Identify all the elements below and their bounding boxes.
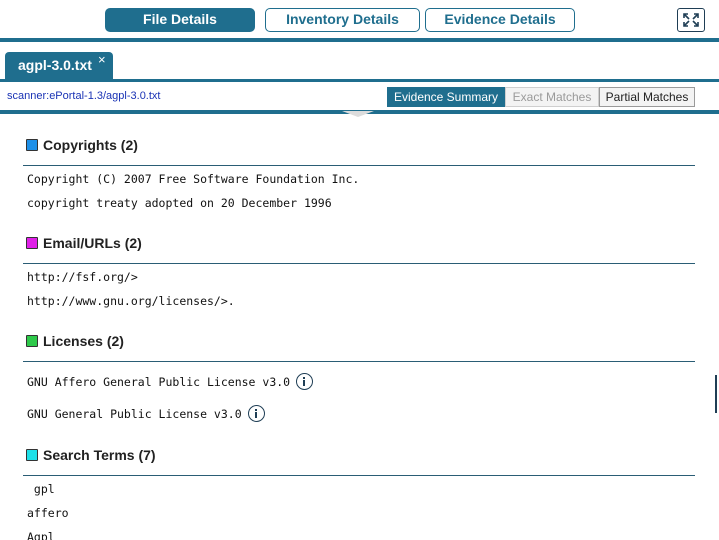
tab-evidence-details[interactable]: Evidence Details xyxy=(425,8,575,32)
expand-button[interactable] xyxy=(677,8,705,32)
evidence-summary-panel: Copyrights (2) Copyright (C) 2007 Free S… xyxy=(0,116,719,540)
file-tab[interactable]: agpl-3.0.txt xyxy=(5,52,113,79)
search-terms-swatch xyxy=(26,449,38,461)
close-icon[interactable]: × xyxy=(98,53,106,67)
file-tab-label: agpl-3.0.txt xyxy=(18,57,92,73)
view-mode-group: Evidence Summary Exact Matches Partial M… xyxy=(387,87,695,107)
copyrights-rule xyxy=(23,165,695,166)
emails-rule xyxy=(23,263,695,264)
top-tab-bar: File Details Inventory Details Evidence … xyxy=(0,0,719,38)
panel-resize-handle[interactable] xyxy=(715,375,719,413)
copyrights-title: Copyrights (2) xyxy=(43,137,138,153)
top-divider xyxy=(0,38,719,42)
info-icon[interactable] xyxy=(296,373,314,390)
info-icon[interactable] xyxy=(247,405,265,422)
license-label: GNU General Public License v3.0 xyxy=(27,406,242,421)
license-label: GNU Affero General Public License v3.0 xyxy=(27,374,291,389)
search-term-item: affero xyxy=(27,506,69,520)
copyrights-swatch xyxy=(26,139,38,151)
exact-matches-button[interactable]: Exact Matches xyxy=(505,87,599,107)
emails-header: Email/URLs (2) xyxy=(26,235,142,251)
emails-title: Email/URLs (2) xyxy=(43,235,142,251)
search-terms-title: Search Terms (7) xyxy=(43,447,156,463)
copyright-item: Copyright (C) 2007 Free Software Foundat… xyxy=(27,172,360,186)
tab-inventory-details[interactable]: Inventory Details xyxy=(265,8,420,32)
partial-matches-button[interactable]: Partial Matches xyxy=(599,87,695,107)
license-item: GNU General Public License v3.0 xyxy=(27,405,265,422)
licenses-swatch xyxy=(26,335,38,347)
url-item: http://www.gnu.org/licenses/>. xyxy=(27,294,235,308)
evidence-summary-button[interactable]: Evidence Summary xyxy=(387,87,505,107)
url-item: http://fsf.org/> xyxy=(27,270,138,284)
licenses-title: Licenses (2) xyxy=(43,333,124,349)
copyrights-header: Copyrights (2) xyxy=(26,137,138,153)
emails-swatch xyxy=(26,237,38,249)
file-path-link[interactable]: scanner:ePortal-1.3/agpl-3.0.txt xyxy=(7,90,160,102)
license-item: GNU Affero General Public License v3.0 xyxy=(27,373,314,390)
search-terms-rule xyxy=(23,475,695,476)
search-term-item: Agpl xyxy=(27,530,55,540)
licenses-rule xyxy=(23,361,695,362)
licenses-header: Licenses (2) xyxy=(26,333,124,349)
tab-file-details[interactable]: File Details xyxy=(105,8,255,32)
copyright-item: copyright treaty adopted on 20 December … xyxy=(27,196,332,210)
search-terms-header: Search Terms (7) xyxy=(26,447,156,463)
search-term-item: gpl xyxy=(27,482,55,496)
file-tab-divider xyxy=(0,79,719,82)
expand-icon xyxy=(683,13,699,27)
